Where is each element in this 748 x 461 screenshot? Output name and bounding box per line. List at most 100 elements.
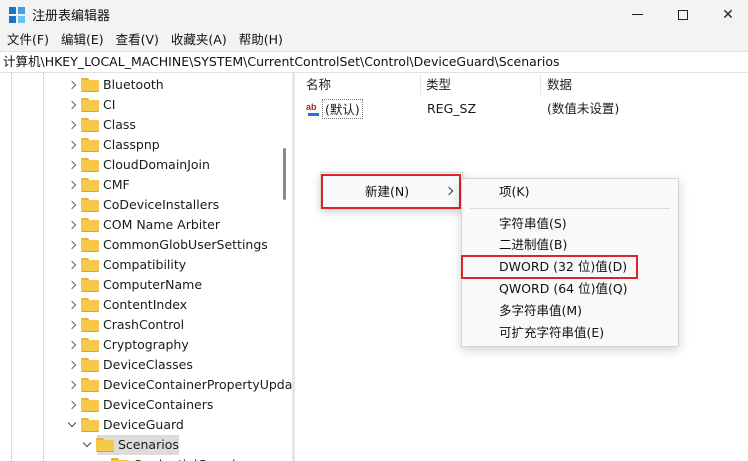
value-name: (默认)	[322, 99, 363, 119]
menu-help[interactable]: 帮助(H)	[234, 29, 290, 51]
tree-item[interactable]: CI	[0, 95, 280, 115]
table-row[interactable]: ab (默认) REG_SZ (数值未设置)	[296, 99, 748, 119]
tree-item[interactable]: CrashControl	[0, 315, 280, 335]
chevron-right-icon[interactable]	[67, 220, 77, 230]
tree-item[interactable]: CMF	[0, 175, 280, 195]
chevron-right-icon[interactable]	[67, 160, 77, 170]
annotation-box	[321, 174, 461, 209]
chevron-down-icon[interactable]	[67, 418, 77, 428]
close-button[interactable]: ✕	[705, 0, 748, 29]
tree-item[interactable]: CommonGlobUserSettings	[0, 235, 280, 255]
tree-item-label: CI	[103, 97, 116, 112]
folder-icon	[81, 358, 99, 372]
folder-icon	[81, 378, 99, 392]
maximize-icon	[678, 9, 688, 20]
tree-item-label: DeviceContainers	[103, 397, 214, 412]
tree-item-label: Scenarios	[118, 437, 179, 452]
tree-item-label: Bluetooth	[103, 77, 164, 92]
folder-icon	[81, 158, 99, 172]
chevron-right-icon[interactable]	[67, 300, 77, 310]
pane-splitter[interactable]	[292, 73, 295, 461]
chevron-right-icon[interactable]	[67, 120, 77, 130]
tree-item[interactable]: DeviceContainers	[0, 395, 280, 415]
window-title: 注册表编辑器	[32, 9, 111, 24]
address-bar[interactable]: 计算机\HKEY_LOCAL_MACHINE\SYSTEM\CurrentCon…	[0, 51, 748, 73]
chevron-right-icon[interactable]	[67, 340, 77, 350]
menu-file[interactable]: 文件(F)	[2, 29, 56, 51]
chevron-right-icon[interactable]	[67, 260, 77, 270]
chevron-right-icon[interactable]	[67, 320, 77, 330]
tree-item-label: Cryptography	[103, 337, 189, 352]
folder-icon	[81, 198, 99, 212]
chevron-right-icon[interactable]	[67, 80, 77, 90]
folder-icon	[81, 178, 99, 192]
chevron-right-icon[interactable]	[67, 100, 77, 110]
maximize-button[interactable]	[660, 0, 706, 29]
column-divider[interactable]	[420, 75, 421, 95]
tree-item-label: COM Name Arbiter	[103, 217, 221, 232]
tree-item[interactable]: DeviceContainerPropertyUpda	[0, 375, 292, 395]
minimize-button[interactable]	[614, 0, 660, 29]
regedit-app-icon	[9, 6, 25, 23]
value-data: (数值未设置)	[547, 101, 620, 116]
menu-bar: 文件(F) 编辑(E) 查看(V) 收藏夹(A) 帮助(H)	[0, 29, 748, 51]
chevron-right-icon[interactable]	[67, 380, 77, 390]
folder-icon	[81, 98, 99, 112]
column-divider[interactable]	[540, 75, 541, 95]
submenu-binary-value[interactable]: 二进制值(B)	[462, 234, 678, 256]
chevron-right-icon[interactable]	[67, 280, 77, 290]
chevron-right-icon[interactable]	[67, 140, 77, 150]
folder-icon	[81, 338, 99, 352]
tree-item-label: Class	[103, 117, 136, 132]
tree-item-label: DeviceContainerPropertyUpda	[103, 377, 293, 392]
menu-favorites[interactable]: 收藏夹(A)	[166, 29, 234, 51]
tree-item[interactable]: Bluetooth	[0, 75, 280, 95]
tree-item-label: CredentialGuard	[133, 457, 235, 461]
tree-item-label: ContentIndex	[103, 297, 188, 312]
tree-item-label: CrashControl	[103, 317, 185, 332]
submenu-qword-value[interactable]: QWORD (64 位)值(Q)	[462, 278, 678, 300]
tree-item[interactable]: DeviceClasses	[0, 355, 280, 375]
tree-item[interactable]: ComputerName	[0, 275, 280, 295]
folder-icon	[81, 318, 99, 332]
tree-item[interactable]: ContentIndex	[0, 295, 280, 315]
folder-icon	[96, 438, 114, 452]
chevron-right-icon[interactable]	[67, 400, 77, 410]
chevron-right-icon[interactable]	[67, 360, 77, 370]
folder-icon	[81, 278, 99, 292]
folder-icon	[81, 298, 99, 312]
folder-icon	[81, 418, 99, 432]
submenu-expandable-string-value[interactable]: 可扩充字符串值(E)	[462, 322, 678, 344]
tree-item[interactable]: Classpnp	[0, 135, 280, 155]
menu-view[interactable]: 查看(V)	[111, 29, 166, 51]
annotation-box	[461, 255, 638, 279]
list-header: 名称 类型 数据	[296, 73, 748, 97]
menu-edit[interactable]: 编辑(E)	[56, 29, 111, 51]
tree-item[interactable]: Cryptography	[0, 335, 280, 355]
tree-item[interactable]: Compatibility	[0, 255, 280, 275]
tree-item[interactable]: CredentialGuard	[0, 455, 280, 461]
submenu-string-value[interactable]: 字符串值(S)	[462, 213, 678, 235]
menu-separator	[470, 208, 670, 209]
tree-item[interactable]: DeviceGuard	[0, 415, 280, 435]
chevron-down-icon[interactable]	[82, 438, 92, 448]
tree-item[interactable]: CoDeviceInstallers	[0, 195, 280, 215]
tree-scrollbar-thumb[interactable]	[283, 148, 286, 200]
tree-item[interactable]: COM Name Arbiter	[0, 215, 280, 235]
chevron-right-icon[interactable]	[67, 200, 77, 210]
tree-item[interactable]: Scenarios	[0, 435, 280, 455]
column-name-header[interactable]: 名称	[306, 73, 331, 97]
submenu-multi-string-value[interactable]: 多字符串值(M)	[462, 300, 678, 322]
tree-item-label: Classpnp	[103, 137, 160, 152]
chevron-right-icon[interactable]	[67, 180, 77, 190]
column-data-header[interactable]: 数据	[547, 73, 572, 97]
tree-item[interactable]: CloudDomainJoin	[0, 155, 280, 175]
tree-item-label: CommonGlobUserSettings	[103, 237, 268, 252]
chevron-right-icon[interactable]	[67, 240, 77, 250]
tree-item[interactable]: Class	[0, 115, 280, 135]
column-type-header[interactable]: 类型	[426, 73, 451, 97]
submenu-key[interactable]: 项(K)	[462, 181, 678, 203]
registry-tree: Bluetooth CI Class Classpnp CloudDomainJoin C…	[0, 73, 296, 461]
tree-item-label: CloudDomainJoin	[103, 157, 210, 172]
tree-item-label: Compatibility	[103, 257, 187, 272]
